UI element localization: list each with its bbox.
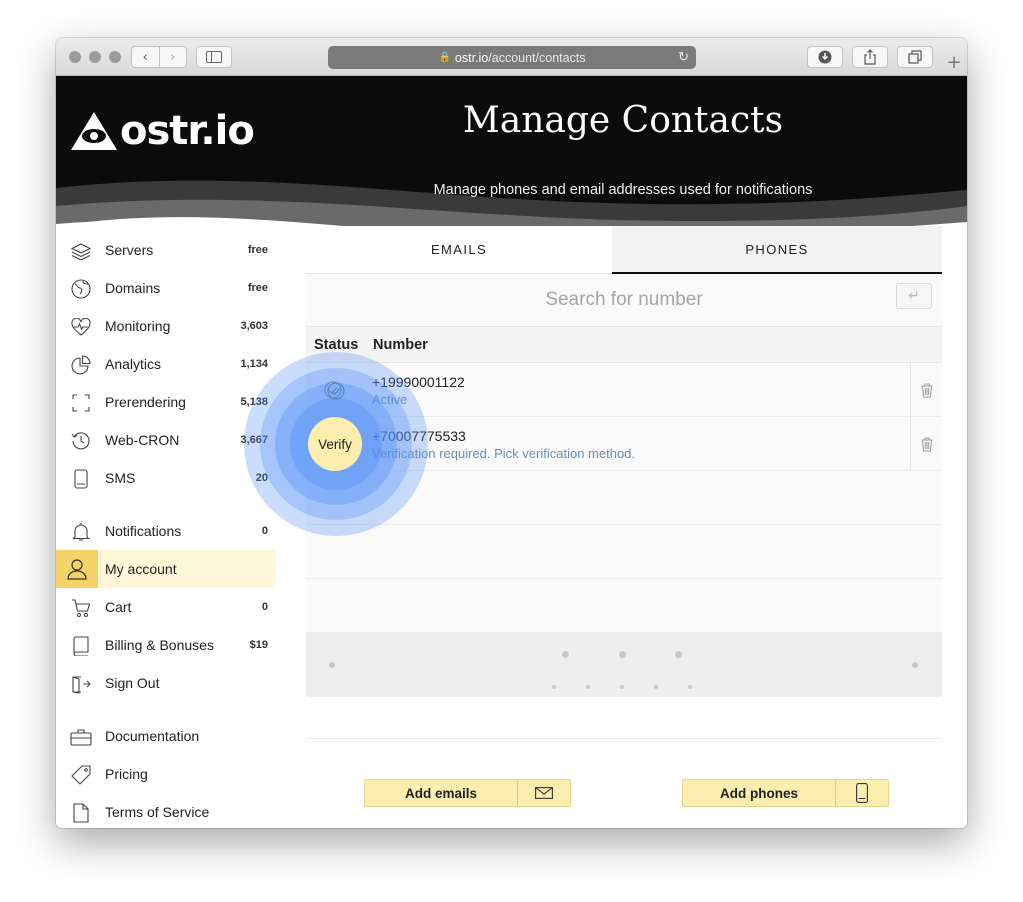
column-header-status: Status [314, 337, 359, 353]
reload-icon[interactable]: ↻ [678, 49, 689, 65]
add-phones-label: Add phones [720, 785, 798, 801]
downloads-icon[interactable] [807, 46, 843, 68]
trash-icon[interactable] [910, 417, 942, 471]
trash-icon[interactable] [910, 363, 942, 417]
sidebar-item-domains[interactable]: Domains free [56, 269, 276, 307]
sidebar-nav: Servers free Domains free Monitoring 3,6… [56, 226, 276, 828]
address-bar[interactable]: 🔒 ostr.io/account/contacts ↻ [328, 46, 696, 69]
close-window-button[interactable] [69, 51, 81, 63]
logo-text: ostr.io [120, 108, 255, 154]
sign-out-icon [70, 673, 92, 695]
add-phones-button[interactable]: Add phones [682, 779, 889, 807]
tabs-overview-icon[interactable] [897, 46, 933, 68]
sidebar-toggle-icon[interactable] [196, 46, 232, 68]
briefcase-icon [70, 726, 92, 748]
cart-icon [70, 597, 92, 619]
eye-pyramid-icon [71, 112, 117, 150]
page-dot-small[interactable] [688, 685, 692, 689]
add-emails-label: Add emails [404, 785, 478, 801]
user-icon [56, 550, 98, 588]
sidebar-item-servers[interactable]: Servers free [56, 231, 276, 269]
enter-icon[interactable]: ↵ [896, 283, 932, 309]
globe-icon [70, 278, 92, 300]
sidebar-item-my-account[interactable]: My account [56, 550, 276, 588]
phone-icon [70, 468, 92, 490]
pie-chart-icon [70, 354, 92, 376]
add-emails-button[interactable]: Add emails [364, 779, 571, 807]
contacts-panel: EMAILS PHONES ↵ Status Number +199900011… [306, 226, 942, 828]
envelope-icon [517, 780, 570, 806]
layers-icon [70, 240, 92, 262]
page-dot-small[interactable] [586, 685, 590, 689]
clock-history-icon [70, 430, 92, 452]
empty-row [306, 579, 942, 633]
sidebar-item-web-cron[interactable]: Web-CRON 3,667 [56, 421, 276, 459]
back-arrow-icon[interactable]: ‹ [132, 50, 159, 65]
address-path: /account/contacts [488, 50, 586, 65]
bell-icon [70, 521, 92, 543]
sidebar-item-pricing[interactable]: Pricing [56, 755, 276, 793]
page-dot[interactable] [619, 651, 626, 658]
table-header: Status Number [306, 326, 942, 363]
tag-icon [70, 764, 92, 786]
column-header-number: Number [373, 337, 428, 353]
share-icon[interactable] [852, 46, 888, 68]
pagination [306, 633, 942, 697]
page-title: Manage Contacts [462, 100, 784, 141]
sidebar-item-notifications[interactable]: Notifications 0 [56, 512, 276, 550]
sidebar-item-prerendering[interactable]: Prerendering 5,138 [56, 383, 276, 421]
page-header: ostr.io Manage Contacts Manage phones an… [56, 76, 967, 226]
sidebar-item-billing[interactable]: Billing & Bonuses $19 [56, 626, 276, 664]
zoom-window-button[interactable] [109, 51, 121, 63]
page-prev-dot[interactable] [329, 662, 335, 668]
forward-arrow-icon[interactable]: › [160, 50, 187, 65]
browser-toolbar: ‹ › 🔒 ostr.io/account/contacts ↻ + [56, 38, 967, 76]
frame-corners-icon [70, 392, 92, 414]
sidebar-item-sms[interactable]: SMS 20 [56, 459, 276, 497]
phone-icon [835, 780, 888, 806]
document-icon [70, 802, 92, 824]
heart-pulse-icon [70, 316, 92, 338]
page-dot[interactable] [562, 651, 569, 658]
search-bar: ↵ [306, 274, 942, 326]
ostrio-logo[interactable]: ostr.io [70, 108, 255, 154]
sidebar-item-monitoring[interactable]: Monitoring 3,603 [56, 307, 276, 345]
page-dot-small[interactable] [620, 685, 624, 689]
empty-row [306, 525, 942, 579]
address-host: ostr.io [454, 50, 489, 65]
verify-button[interactable]: Verify [308, 417, 362, 471]
sidebar-item-analytics[interactable]: Analytics 1,134 [56, 345, 276, 383]
page-dot[interactable] [675, 651, 682, 658]
new-tab-icon[interactable]: + [943, 52, 965, 74]
tab-phones[interactable]: PHONES [612, 226, 942, 274]
sidebar-item-terms[interactable]: Terms of Service [56, 793, 276, 828]
sidebar-item-cart[interactable]: Cart 0 [56, 588, 276, 626]
browser-window: ‹ › 🔒 ostr.io/account/contacts ↻ + ostr.… [56, 38, 967, 828]
tab-emails[interactable]: EMAILS [306, 226, 612, 274]
book-icon [70, 635, 92, 657]
back-forward-group: ‹ › [131, 46, 187, 68]
sidebar-item-documentation[interactable]: Documentation [56, 717, 276, 755]
sidebar-item-sign-out[interactable]: Sign Out [56, 664, 276, 702]
minimize-window-button[interactable] [89, 51, 101, 63]
check-circle-icon [324, 379, 348, 403]
search-input[interactable] [306, 274, 942, 326]
page-next-dot[interactable] [912, 662, 918, 668]
page-dot-small[interactable] [654, 685, 658, 689]
page-subtitle: Manage phones and email addresses used f… [433, 182, 813, 198]
lock-icon: 🔒 [438, 52, 451, 63]
page-dot-small[interactable] [552, 685, 556, 689]
section-divider [306, 738, 942, 739]
